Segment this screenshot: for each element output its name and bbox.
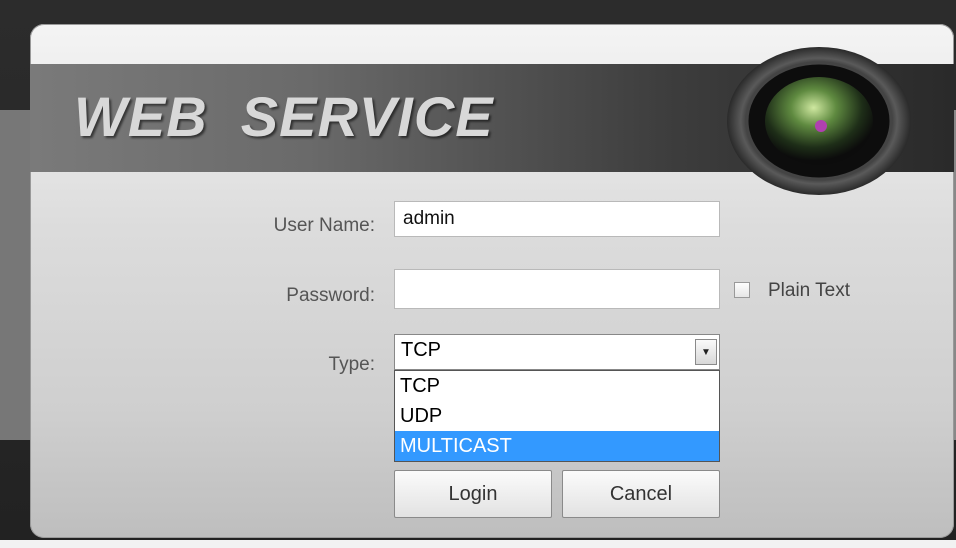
banner: WEB SERVICE: [30, 47, 954, 195]
background-bottom: [0, 540, 956, 548]
plain-text-label: Plain Text: [768, 280, 851, 301]
type-select-value: TCP: [401, 339, 441, 361]
password-field[interactable]: [394, 269, 720, 309]
cancel-button[interactable]: Cancel: [562, 470, 720, 518]
type-dropdown: TCP UDP MULTICAST: [394, 370, 720, 462]
login-button[interactable]: Login: [394, 470, 552, 518]
chevron-down-icon[interactable]: ▼: [695, 339, 717, 365]
camera-lens-icon: [727, 47, 911, 195]
username-field[interactable]: admin: [394, 201, 720, 237]
login-dialog: WEB SERVICE User Name: admin Password: P…: [30, 24, 954, 538]
plain-text-checkbox[interactable]: [734, 282, 750, 298]
password-label: Password:: [286, 285, 375, 306]
username-label: User Name:: [273, 215, 375, 236]
banner-title: WEB SERVICE: [74, 85, 494, 148]
background-strip-left: [0, 110, 30, 440]
dropdown-option-tcp[interactable]: TCP: [395, 371, 719, 401]
dropdown-option-multicast[interactable]: MULTICAST: [395, 431, 719, 461]
type-label: Type:: [328, 354, 375, 375]
dropdown-option-udp[interactable]: UDP: [395, 401, 719, 431]
type-select[interactable]: TCP ▼: [394, 334, 720, 370]
page: WEB SERVICE User Name: admin Password: P…: [0, 0, 956, 548]
